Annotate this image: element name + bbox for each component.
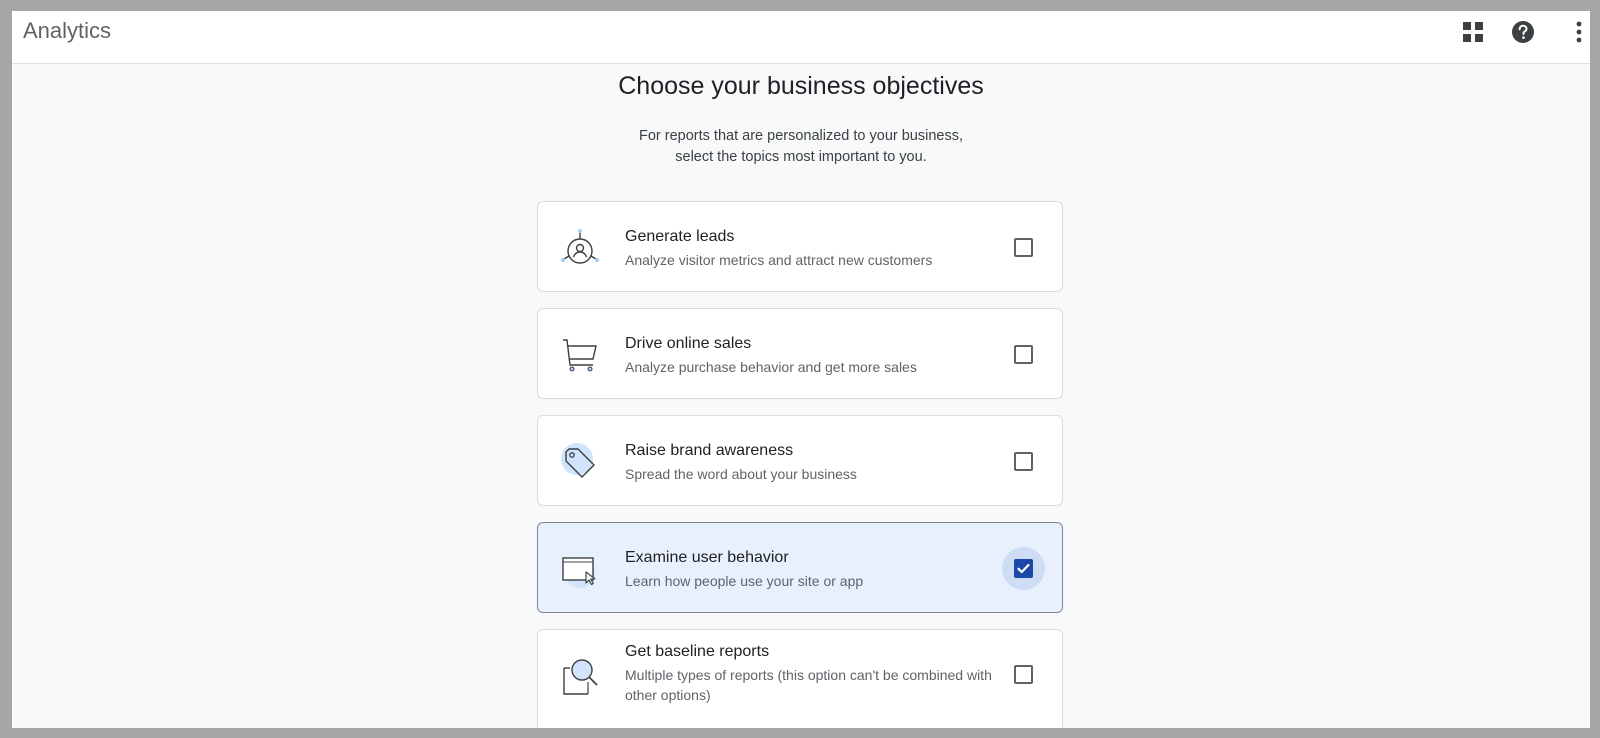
subtext-line-2: select the topics most important to you.	[675, 149, 927, 165]
page-subtext: For reports that are personalized to you…	[601, 126, 1001, 168]
subtext-line-1: For reports that are personalized to you…	[639, 128, 963, 144]
browser-cursor-icon	[558, 547, 602, 591]
objective-checkbox[interactable]	[1014, 238, 1033, 257]
objective-card-generate-leads[interactable]: Generate leads Analyze visitor metrics a…	[537, 201, 1063, 292]
objective-card-examine-user-behavior[interactable]: Examine user behavior Learn how people u…	[537, 522, 1063, 613]
apps-grid-icon[interactable]	[1460, 19, 1486, 45]
more-vert-icon[interactable]	[1566, 19, 1590, 45]
objective-card-drive-online-sales[interactable]: Drive online sales Analyze purchase beha…	[537, 308, 1063, 399]
objective-checkbox[interactable]	[1014, 452, 1033, 471]
objective-description: Learn how people use your site or app	[625, 573, 864, 589]
tag-icon	[558, 440, 602, 484]
checkmark-icon	[1017, 563, 1030, 574]
shopping-cart-icon	[558, 333, 602, 377]
objective-checkbox[interactable]	[1014, 345, 1033, 364]
top-app-bar: Analytics	[12, 11, 1590, 64]
objective-title: Generate leads	[625, 228, 735, 245]
objective-description: Multiple types of reports (this option c…	[625, 667, 992, 703]
analytics-window: Analytics Choose your business objective…	[12, 11, 1590, 728]
objective-title: Get baseline reports	[625, 643, 770, 660]
objective-description: Analyze visitor metrics and attract new …	[625, 252, 933, 268]
objective-title: Examine user behavior	[625, 549, 789, 566]
app-title: Analytics	[23, 18, 112, 43]
objective-checkbox-checked[interactable]	[1014, 559, 1033, 578]
objective-description: Spread the word about your business	[625, 466, 857, 482]
objective-card-raise-brand-awareness[interactable]: Raise brand awareness Spread the word ab…	[537, 415, 1063, 506]
objective-description: Analyze purchase behavior and get more s…	[625, 359, 917, 375]
help-icon[interactable]	[1510, 19, 1536, 45]
report-magnifier-icon	[558, 654, 602, 698]
objective-title: Raise brand awareness	[625, 442, 794, 459]
page-heading: Choose your business objectives	[618, 72, 984, 100]
objective-title: Drive online sales	[625, 335, 752, 352]
leads-target-icon	[558, 226, 602, 270]
objective-card-get-baseline-reports[interactable]: Get baseline reports Multiple types of r…	[537, 629, 1063, 728]
objective-checkbox[interactable]	[1014, 665, 1033, 684]
